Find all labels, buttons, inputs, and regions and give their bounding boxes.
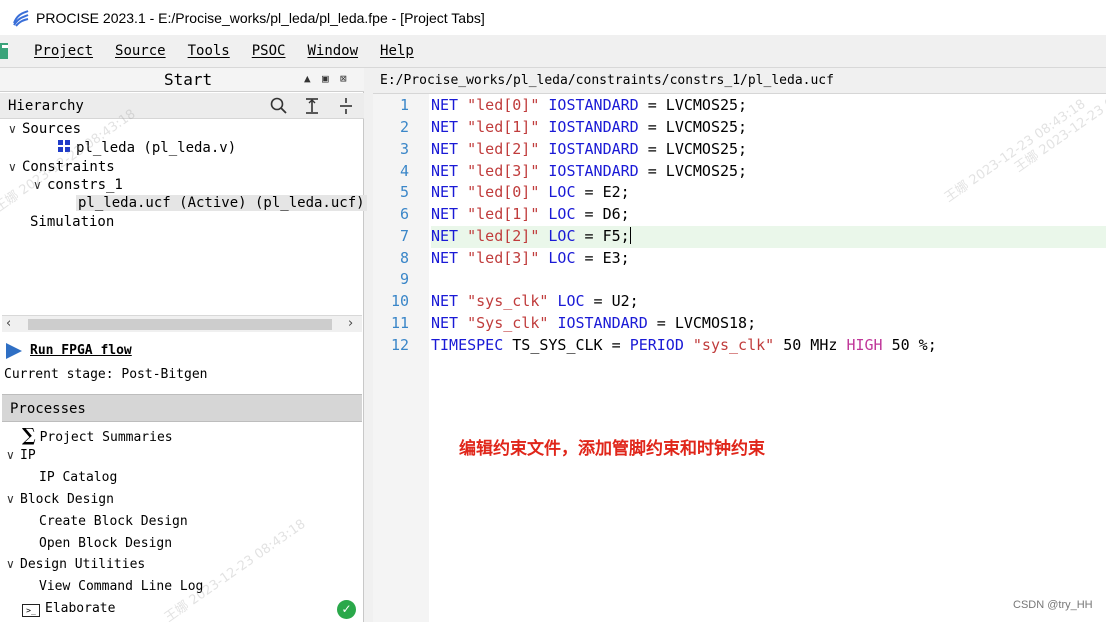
tree-constraint-file[interactable]: pl_leda.ucf (Active) (pl_leda.ucf) — [76, 195, 367, 211]
code-line-empty[interactable] — [431, 269, 1106, 291]
chevron-down-icon[interactable]: ∨ — [6, 557, 20, 571]
code-line-active[interactable]: NET "led[2]" LOC = F5; — [431, 226, 1106, 248]
scroll-left-icon[interactable]: ‹ — [6, 316, 11, 331]
expand-all-icon[interactable] — [304, 97, 320, 115]
tree-sources[interactable]: ∨ Sources — [8, 121, 81, 137]
code-line[interactable]: NET "sys_clk" LOC = U2; — [431, 291, 1106, 313]
line-number: 2 — [399, 118, 409, 136]
sigma-icon: ∑ — [22, 425, 36, 446]
process-open-block-design[interactable]: Open Block Design — [39, 536, 172, 551]
hierarchy-label: Hierarchy — [8, 98, 84, 114]
line-number-gutter: 1 2 3 4 5 6 7 8 9 10 11 12 — [373, 94, 429, 622]
scroll-right-icon[interactable]: › — [348, 316, 353, 331]
chevron-down-icon[interactable]: ∨ — [6, 448, 20, 462]
chevron-down-icon[interactable]: ∨ — [8, 122, 22, 136]
title-bar: PROCISE 2023.1 - E:/Procise_works/pl_led… — [0, 0, 1106, 35]
terminal-icon: >_ — [22, 604, 40, 617]
process-ip-catalog[interactable]: IP Catalog — [39, 470, 117, 485]
text-cursor — [629, 227, 631, 244]
code-line[interactable]: NET "led[1]" LOC = D6; — [431, 204, 1106, 226]
annotation-text: 编辑约束文件，添加管脚约束和时钟约束 — [459, 439, 765, 459]
menu-tools[interactable]: Tools — [188, 43, 230, 59]
hierarchy-header: Hierarchy — [0, 93, 364, 119]
process-create-block-design[interactable]: Create Block Design — [39, 514, 188, 529]
close-panel-icon[interactable]: ⊠ — [340, 72, 347, 85]
process-project-summaries[interactable]: ∑ Project Summaries — [22, 425, 173, 446]
menu-source[interactable]: Source — [115, 43, 166, 59]
search-icon[interactable] — [270, 97, 288, 115]
code-line[interactable]: NET "led[0]" IOSTANDARD = LVCMOS25; — [431, 95, 1106, 117]
current-stage: Current stage: Post-Bitgen — [4, 367, 208, 382]
line-number: 12 — [390, 336, 409, 354]
code-line[interactable]: NET "led[0]" LOC = E2; — [431, 182, 1106, 204]
menu-psoc[interactable]: PSOC — [252, 43, 286, 59]
menu-window[interactable]: Window — [307, 43, 358, 59]
code-line[interactable]: NET "led[1]" IOSTANDARD = LVCMOS25; — [431, 117, 1106, 139]
code-line[interactable]: NET "led[3]" LOC = E3; — [431, 248, 1106, 270]
line-number: 1 — [399, 96, 409, 114]
chevron-down-icon[interactable]: ∨ — [8, 160, 22, 174]
process-ip[interactable]: ∨ IP — [6, 448, 36, 463]
line-number: 10 — [390, 292, 409, 310]
play-icon[interactable] — [6, 343, 22, 359]
start-panel-header: Start ▲ ▣ ⊠ — [0, 68, 364, 92]
collapse-all-icon[interactable] — [338, 97, 354, 115]
line-number: 7 — [399, 227, 409, 245]
scrollbar-thumb[interactable] — [28, 319, 332, 330]
code-line[interactable]: NET "Sys_clk" IOSTANDARD = LVCMOS18; — [431, 313, 1106, 335]
hierarchy-scrollbar[interactable]: ‹ › — [2, 315, 362, 332]
start-panel: Start ▲ ▣ ⊠ Hierarchy ∨ Sources pl_leda (… — [0, 68, 367, 622]
process-elaborate[interactable]: >_ Elaborate — [22, 601, 115, 617]
line-number: 9 — [399, 270, 409, 288]
line-number: 8 — [399, 249, 409, 267]
process-block-design[interactable]: ∨ Block Design — [6, 492, 114, 507]
minimize-panel-icon[interactable]: ▲ — [304, 72, 311, 85]
status-ok-icon: ✓ — [337, 600, 356, 619]
float-panel-icon[interactable]: ▣ — [322, 72, 329, 85]
process-design-utilities[interactable]: ∨ Design Utilities — [6, 557, 145, 572]
line-number: 3 — [399, 140, 409, 158]
processes-header: Processes — [2, 394, 362, 422]
menu-bar: Project Source Tools PSOC Window Help — [0, 35, 1106, 68]
chevron-down-icon[interactable]: ∨ — [6, 492, 20, 506]
process-view-command-log[interactable]: View Command Line Log — [39, 579, 203, 594]
start-panel-title: Start — [164, 70, 213, 89]
line-number: 5 — [399, 183, 409, 201]
line-number: 4 — [399, 162, 409, 180]
processes-label: Processes — [10, 401, 86, 417]
tree-simulation[interactable]: Simulation — [30, 214, 114, 230]
editor-file-path: E:/Procise_works/pl_leda/constraints/con… — [380, 73, 834, 88]
menu-help[interactable]: Help — [380, 43, 414, 59]
credit-text: CSDN @try_HH — [1013, 599, 1093, 611]
editor-file-path-bar: E:/Procise_works/pl_leda/constraints/con… — [373, 68, 1106, 94]
code-line[interactable]: TIMESPEC TS_SYS_CLK = PERIOD "sys_clk" 5… — [431, 335, 1106, 357]
line-number: 6 — [399, 205, 409, 223]
app-menu-icon[interactable] — [0, 41, 16, 61]
run-fpga-flow-link[interactable]: Run FPGA flow — [30, 343, 132, 358]
procise-logo-icon — [13, 9, 29, 27]
menu-project[interactable]: Project — [34, 43, 93, 59]
run-flow-row[interactable]: Run FPGA flow — [0, 340, 364, 362]
line-number: 11 — [390, 314, 409, 332]
window-title: PROCISE 2023.1 - E:/Procise_works/pl_led… — [36, 9, 485, 26]
